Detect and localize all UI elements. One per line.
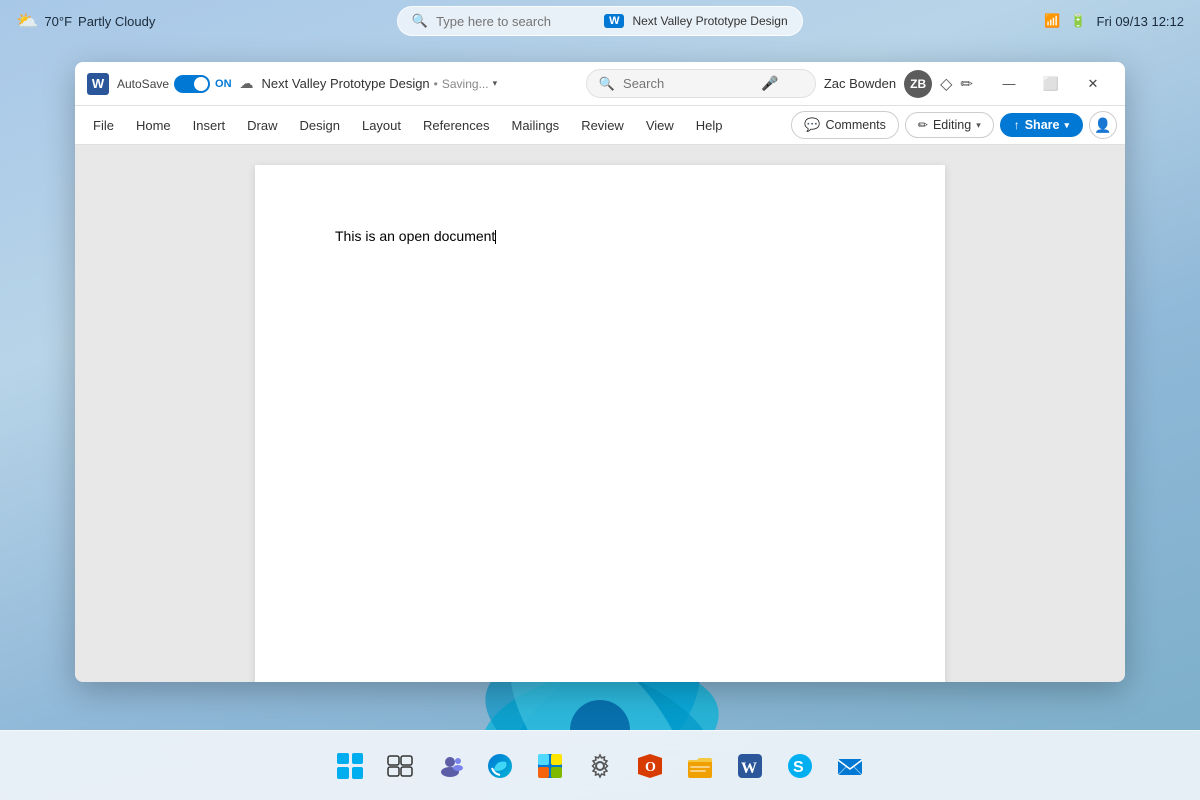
document-page[interactable]: This is an open document xyxy=(255,165,945,682)
menu-references[interactable]: References xyxy=(413,114,499,137)
onedrive-icon: ☁ xyxy=(240,75,254,92)
search-icon: 🔍 xyxy=(412,13,428,29)
edge-icon[interactable] xyxy=(478,744,522,788)
user-section: Zac Bowden ZB xyxy=(824,70,932,98)
menu-design[interactable]: Design xyxy=(290,114,350,137)
menu-insert[interactable]: Insert xyxy=(183,114,236,137)
svg-text:W: W xyxy=(741,760,757,777)
comments-label: Comments xyxy=(825,118,885,132)
editing-label: Editing xyxy=(933,118,971,132)
menu-mailings[interactable]: Mailings xyxy=(502,114,570,137)
saving-text: Saving... xyxy=(442,77,489,91)
word-window: W AutoSave ON ☁ Next Valley Prototype De… xyxy=(75,62,1125,682)
weather-widget[interactable]: ⛅ 70°F Partly Cloudy xyxy=(16,11,155,32)
app-badge: W xyxy=(604,14,624,28)
ribbon: File Home Insert Draw Design Layout Refe… xyxy=(75,106,1125,145)
taskbar: O W S xyxy=(0,730,1200,800)
svg-text:O: O xyxy=(645,760,656,775)
pencil-icon: ✏ xyxy=(918,118,928,132)
saving-indicator: • xyxy=(434,77,438,91)
autosave-label: AutoSave xyxy=(117,77,169,91)
svg-text:S: S xyxy=(793,759,804,776)
menu-view[interactable]: View xyxy=(636,114,684,137)
user-name: Zac Bowden xyxy=(824,76,896,91)
desktop: ⛅ 70°F Partly Cloudy 🔍 W Next Valley Pro… xyxy=(0,0,1200,800)
teams-icon[interactable] xyxy=(428,744,472,788)
right-controls: 💬 Comments ✏ Editing ▾ ↑ Share ▾ 👤 xyxy=(791,111,1117,139)
skype-icon[interactable]: S xyxy=(778,744,822,788)
store-icon[interactable] xyxy=(528,744,572,788)
system-bar: ⛅ 70°F Partly Cloudy 🔍 W Next Valley Pro… xyxy=(0,0,1200,42)
comments-icon: 💬 xyxy=(804,117,820,133)
system-tray: 📶 🔋 Fri 09/13 12:12 xyxy=(1044,13,1184,29)
task-view-icon xyxy=(387,755,413,777)
menu-help[interactable]: Help xyxy=(686,114,733,137)
doc-title-section: Next Valley Prototype Design • Saving...… xyxy=(262,76,578,91)
windows-logo-icon xyxy=(337,753,363,779)
weather-condition: Partly Cloudy xyxy=(78,14,155,29)
word-taskbar-icon[interactable]: W xyxy=(728,744,772,788)
title-search-input[interactable] xyxy=(623,76,753,91)
share-icon: ↑ xyxy=(1014,118,1020,132)
editing-button[interactable]: ✏ Editing ▾ xyxy=(905,112,994,138)
start-button[interactable] xyxy=(328,744,372,788)
task-view-button[interactable] xyxy=(378,744,422,788)
share-button[interactable]: ↑ Share ▾ xyxy=(1000,113,1083,137)
minimize-button[interactable]: — xyxy=(989,69,1029,99)
text-cursor xyxy=(495,230,496,244)
user-avatar[interactable]: ZB xyxy=(904,70,932,98)
weather-temp: 70°F xyxy=(44,14,72,29)
title-bar: W AutoSave ON ☁ Next Valley Prototype De… xyxy=(75,62,1125,106)
editing-chevron-icon: ▾ xyxy=(976,120,981,131)
office-icon[interactable]: O xyxy=(628,744,672,788)
presenter-mode-button[interactable]: 👤 xyxy=(1089,111,1117,139)
share-chevron-icon: ▾ xyxy=(1064,120,1069,131)
title-search-box[interactable]: 🔍 🎤 xyxy=(586,69,816,98)
search-input[interactable] xyxy=(436,14,596,29)
menu-file[interactable]: File xyxy=(83,114,124,137)
share-label: Share xyxy=(1025,118,1060,132)
title-search-icon: 🔍 xyxy=(599,76,615,92)
settings-icon[interactable] xyxy=(578,744,622,788)
window-controls: — ⬜ ✕ xyxy=(989,69,1113,99)
date-time: Fri 09/13 12:12 xyxy=(1097,14,1184,29)
diamond-icon: ◇ xyxy=(940,74,952,94)
file-explorer-icon[interactable] xyxy=(678,744,722,788)
search-app-label: Next Valley Prototype Design xyxy=(632,14,787,28)
menu-bar: File Home Insert Draw Design Layout Refe… xyxy=(75,106,1125,144)
wifi-icon: 📶 xyxy=(1044,13,1060,29)
battery-icon: 🔋 xyxy=(1070,13,1086,29)
menu-draw[interactable]: Draw xyxy=(237,114,287,137)
autosave-toggle[interactable] xyxy=(174,75,210,93)
word-logo: W xyxy=(87,73,109,95)
autosave-state: ON xyxy=(215,78,232,90)
title-chevron-icon[interactable]: ▾ xyxy=(493,78,498,89)
mail-icon[interactable] xyxy=(828,744,872,788)
document-content: This is an open document xyxy=(335,225,865,247)
doc-filename: Next Valley Prototype Design xyxy=(262,76,430,91)
autosave-section: AutoSave ON xyxy=(117,75,232,93)
close-button[interactable]: ✕ xyxy=(1073,69,1113,99)
menu-review[interactable]: Review xyxy=(571,114,634,137)
microphone-icon[interactable]: 🎤 xyxy=(761,75,778,92)
pen-icon[interactable]: ✏ xyxy=(960,75,973,93)
menu-home[interactable]: Home xyxy=(126,114,181,137)
comments-button[interactable]: 💬 Comments xyxy=(791,111,899,139)
weather-icon: ⛅ xyxy=(16,11,38,32)
menu-layout[interactable]: Layout xyxy=(352,114,411,137)
maximize-button[interactable]: ⬜ xyxy=(1031,69,1071,99)
document-area[interactable]: This is an open document xyxy=(75,145,1125,682)
taskbar-search[interactable]: 🔍 W Next Valley Prototype Design xyxy=(397,6,803,36)
